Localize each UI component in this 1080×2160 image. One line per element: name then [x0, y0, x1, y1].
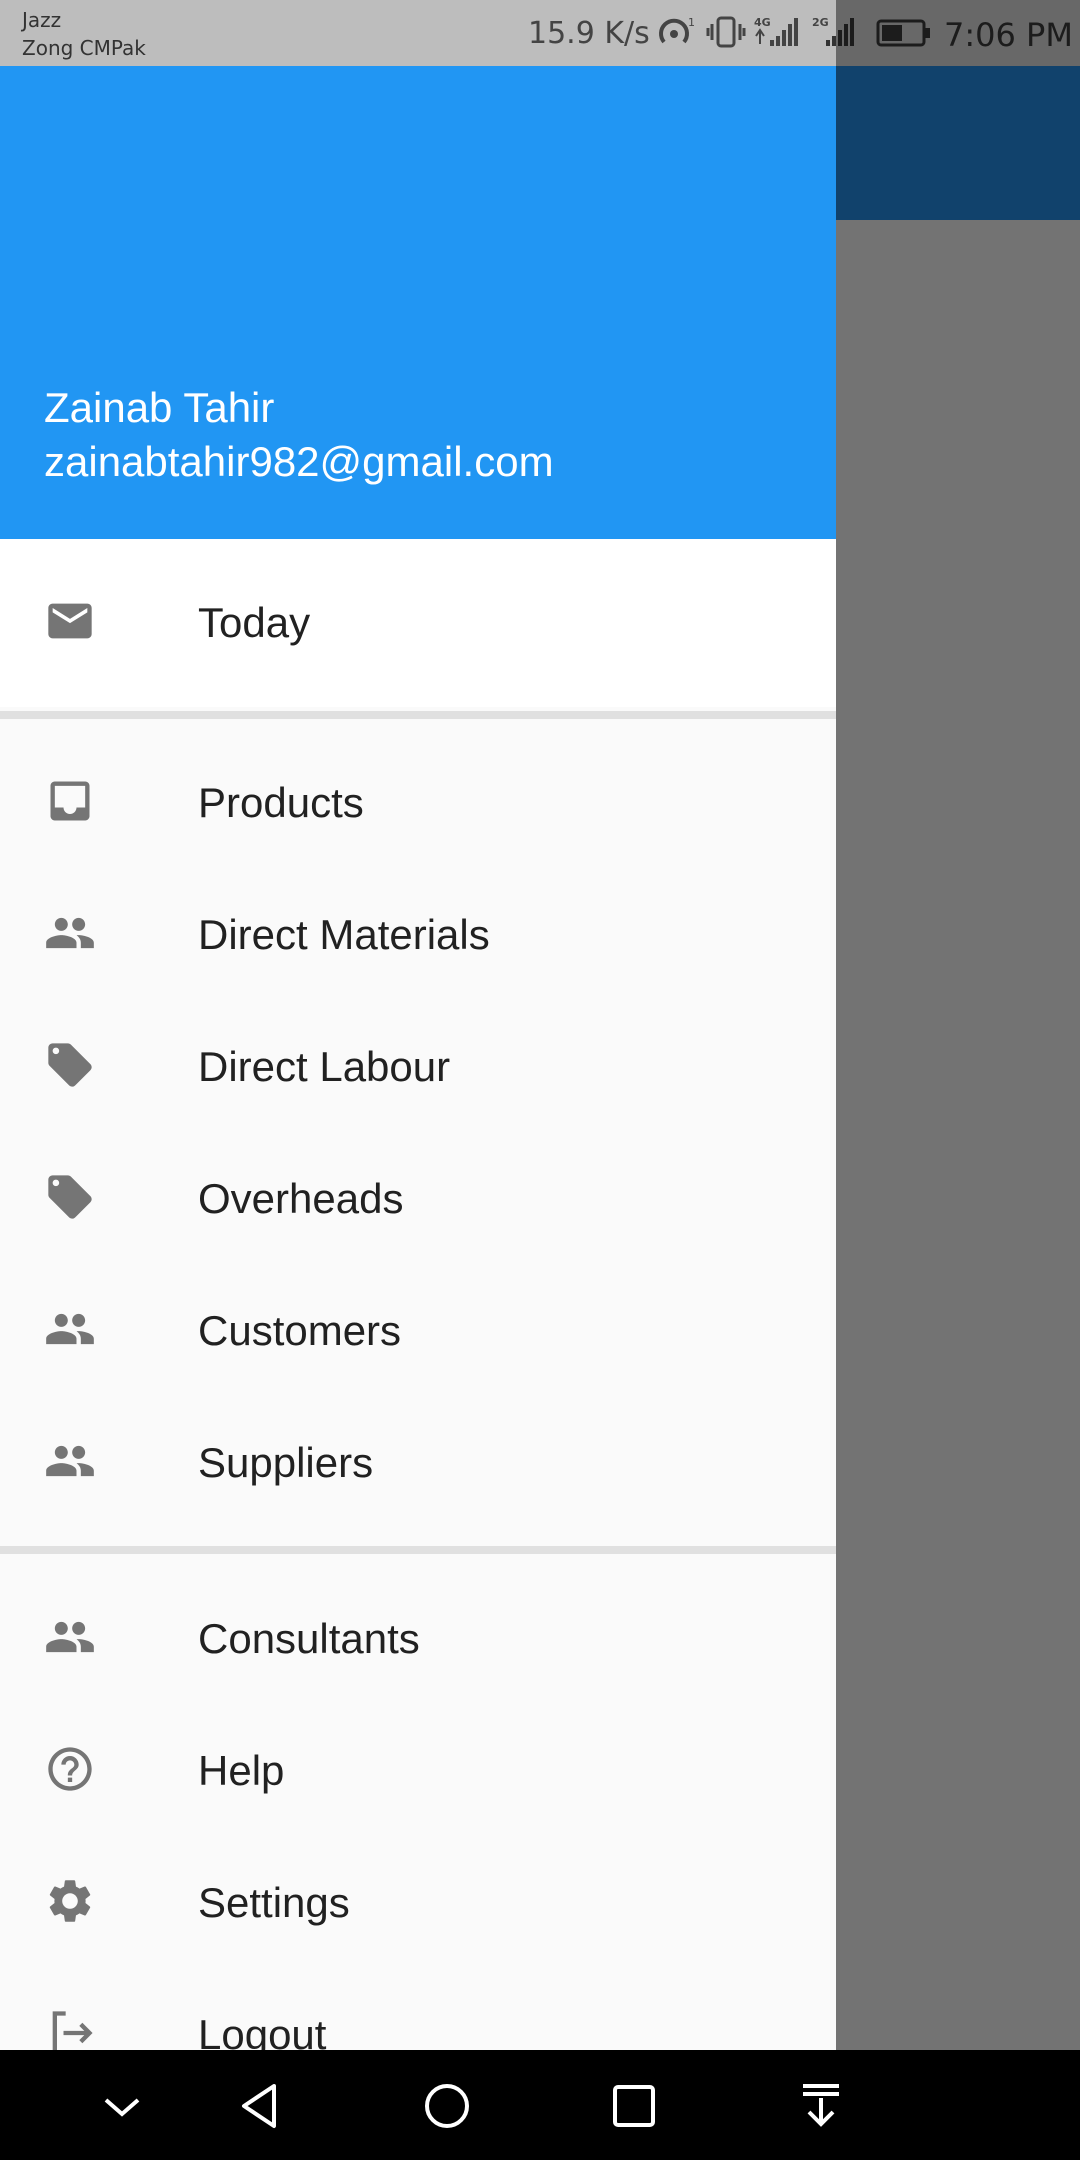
home-icon[interactable] [419, 2078, 475, 2134]
carrier-name-1: Jazz [22, 8, 62, 32]
svg-text:2G: 2G [812, 16, 829, 29]
navigation-drawer: Zainab Tahir zainabtahir982@gmail.com To… [0, 66, 836, 2050]
drawer-item-label: Logout [198, 2011, 327, 2050]
drawer-item-suppliers[interactable]: Suppliers [0, 1395, 836, 1527]
drawer-item-label: Customers [198, 1307, 402, 1354]
drawer-item-label: Overheads [198, 1175, 404, 1222]
back-icon[interactable] [232, 2078, 288, 2134]
collapse-icon[interactable] [94, 2078, 150, 2134]
drawer-item-label: Consultants [198, 1615, 420, 1662]
mail-icon [48, 603, 92, 639]
help-icon [48, 1747, 92, 1791]
drawer-item-label: Help [198, 1747, 285, 1794]
drawer-item-label: Settings [198, 1879, 350, 1926]
gear-icon [49, 1880, 91, 1922]
drawer-item-label: Direct Labour [198, 1043, 451, 1090]
drawer-header: Zainab Tahir zainabtahir982@gmail.com [0, 66, 836, 539]
divider [0, 1546, 836, 1554]
signal-4g-icon: 4G [754, 16, 798, 46]
drawer-item-help[interactable]: Help [0, 1703, 836, 1835]
drawer-item-consultants[interactable]: Consultants [0, 1571, 836, 1703]
svg-text:4G: 4G [754, 16, 771, 29]
carrier-name-2: Zong CMPak [22, 36, 146, 60]
drawer-item-today[interactable]: Today [0, 539, 836, 707]
vibrate-icon [706, 16, 746, 48]
drawer-item-label: Suppliers [198, 1439, 374, 1486]
tag-icon [48, 1043, 92, 1087]
people-icon [46, 1621, 94, 1653]
status-bar-scrim [836, 0, 1080, 66]
notification-pull-icon[interactable] [793, 2078, 849, 2134]
drawer-item-label: Products [198, 779, 364, 826]
drawer-item-settings[interactable]: Settings [0, 1835, 836, 1967]
drawer-item-products[interactable]: Products [0, 735, 836, 867]
drawer-item-label: Direct Materials [198, 911, 490, 958]
drawer-scrim[interactable] [836, 220, 1080, 2050]
people-icon [46, 1313, 94, 1345]
people-icon [46, 917, 94, 949]
hotspot-icon: 1 [659, 16, 695, 44]
logout-icon [52, 2011, 93, 2050]
drawer-item-overheads[interactable]: Overheads [0, 1131, 836, 1263]
recents-icon[interactable] [606, 2078, 662, 2134]
inbox-icon [50, 781, 90, 821]
drawer-item-label: Today [198, 599, 311, 646]
drawer-item-direct-materials[interactable]: Direct Materials [0, 867, 836, 999]
tag-icon [48, 1175, 92, 1219]
drawer-item-direct-labour[interactable]: Direct Labour [0, 999, 836, 1131]
status-bar: Jazz Zong CMPak 15.9 K/s 1 4G 2G 7:06 PM [0, 0, 1080, 66]
user-name: Zainab Tahir [44, 384, 275, 431]
user-email: zainabtahir982@gmail.com [44, 438, 554, 485]
system-nav-bar [0, 2050, 1080, 2160]
drawer-item-customers[interactable]: Customers [0, 1263, 836, 1395]
drawer-item-logout[interactable]: Logout [0, 1967, 836, 2050]
svg-text:1: 1 [688, 16, 695, 29]
network-speed: 15.9 K/s [528, 16, 650, 51]
divider [0, 711, 836, 719]
app-bar-dimmed [836, 66, 1080, 220]
people-icon [46, 1445, 94, 1477]
